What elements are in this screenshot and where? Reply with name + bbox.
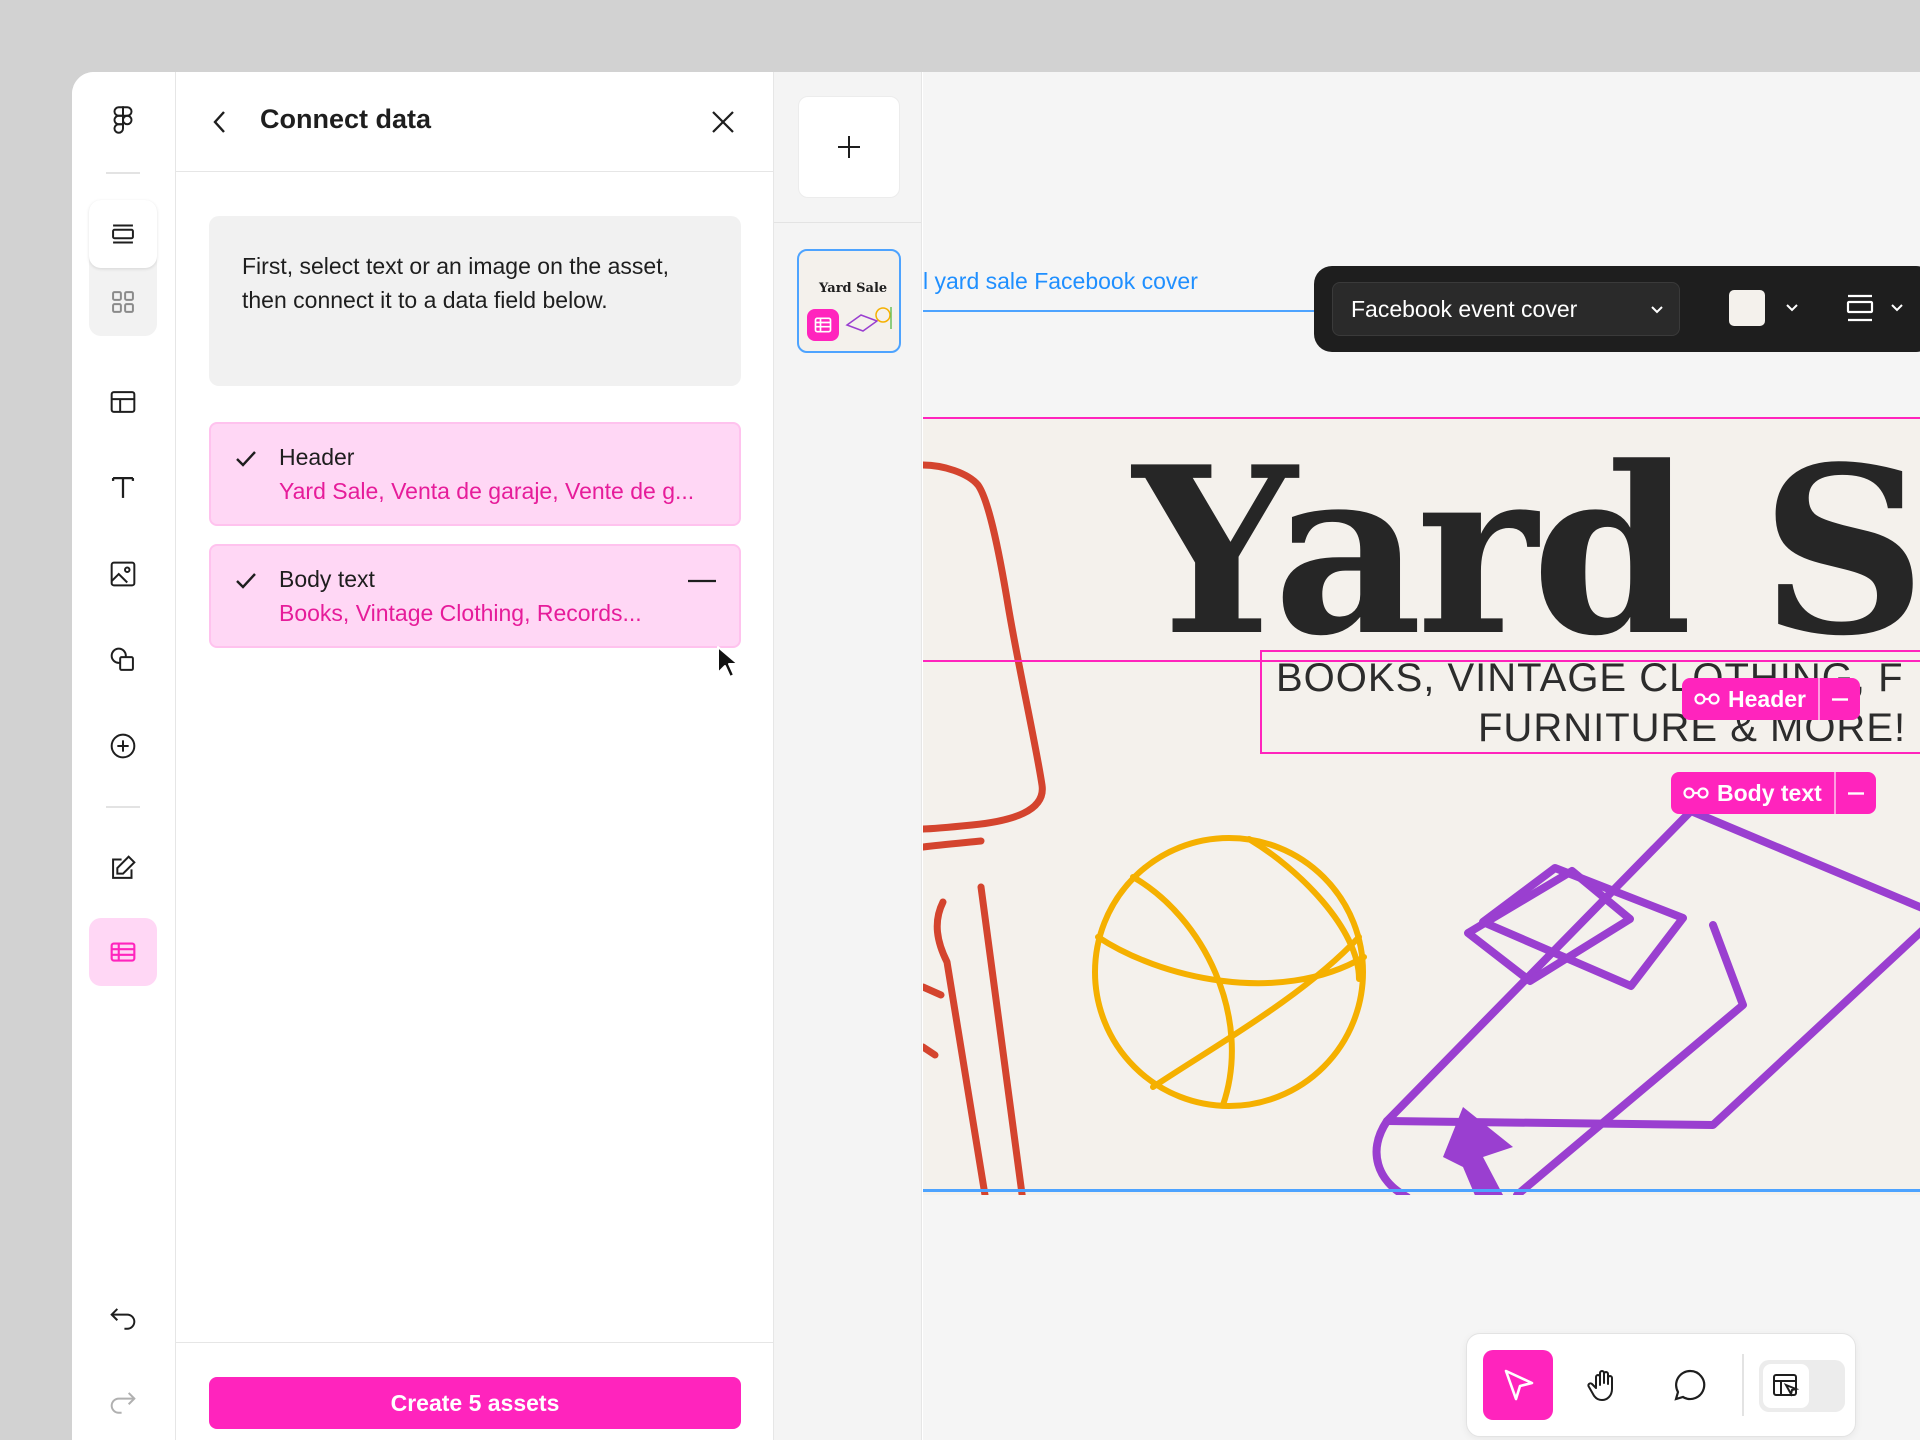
dev-mode-toggle[interactable] — [1759, 1360, 1845, 1412]
edit-icon[interactable] — [89, 834, 157, 902]
field-name: Header — [279, 444, 355, 470]
chevron-down-icon[interactable] — [1784, 300, 1800, 316]
add-circle-icon[interactable] — [89, 712, 157, 780]
comment-tool-button[interactable] — [1655, 1350, 1725, 1420]
data-table-icon — [814, 317, 832, 333]
format-select-value: Facebook event cover — [1351, 295, 1578, 322]
thumbnail-illustration — [845, 307, 892, 332]
field-values: Yard Sale, Venta de garaje, Vente de g..… — [279, 478, 695, 504]
remove-field-button[interactable] — [687, 566, 717, 596]
check-icon — [236, 451, 256, 467]
image-icon[interactable] — [89, 540, 157, 608]
panel-title: Connect data — [260, 104, 432, 134]
disconnect-body-text-button[interactable] — [1836, 772, 1876, 814]
rail-divider — [106, 806, 140, 808]
body-text-connection-tag[interactable]: Body text — [1671, 772, 1876, 814]
rail-divider — [106, 172, 140, 174]
frame-selection-bottom — [923, 1189, 1920, 1192]
pages-strip: Yard Sale — [774, 72, 922, 1440]
minus-icon — [1847, 791, 1864, 795]
data-field-body-text[interactable]: Body text Books, Vintage Clothing, Recor… — [209, 544, 741, 648]
dev-mode-icon — [1773, 1374, 1800, 1397]
toolbar-divider — [1742, 1354, 1744, 1416]
panel-header: Connect data — [176, 72, 773, 172]
chevron-down-icon — [1651, 306, 1663, 314]
chevron-down-icon[interactable] — [1889, 300, 1905, 316]
shapes-icon[interactable] — [89, 626, 157, 694]
header-connection-tag[interactable]: Header — [1682, 678, 1860, 720]
app-window: Connect data First, select text or an im… — [72, 72, 1920, 1440]
link-icon — [1683, 787, 1709, 799]
close-icon — [712, 111, 734, 133]
close-button[interactable] — [699, 98, 747, 146]
dev-mode-knob — [1763, 1364, 1809, 1408]
assets-grid-icon[interactable] — [89, 268, 157, 336]
redo-icon[interactable] — [89, 1366, 157, 1434]
strip-divider — [774, 222, 921, 223]
tag-label: Header — [1728, 685, 1806, 712]
basketball-drawing — [1092, 835, 1367, 1109]
mouse-cursor-icon — [717, 646, 738, 678]
text-tool-icon[interactable] — [89, 454, 157, 522]
disconnect-header-button[interactable] — [1820, 678, 1860, 720]
minus-icon — [1831, 697, 1848, 701]
tag-label: Body text — [1717, 779, 1822, 806]
fill-color-swatch[interactable] — [1729, 290, 1765, 326]
instructions-text: First, select text or an image on the as… — [209, 216, 741, 386]
left-toolbar — [72, 72, 176, 1440]
canvas[interactable]: l yard sale Facebook cover Yard S BOOKS,… — [923, 72, 1920, 1440]
figma-logo-icon[interactable] — [89, 86, 157, 154]
data-table-icon[interactable] — [89, 918, 157, 986]
layers-icon[interactable] — [89, 200, 157, 268]
bottom-toolbar — [1466, 1333, 1856, 1437]
data-field-header[interactable]: Header Yard Sale, Venta de garaje, Vente… — [209, 422, 741, 526]
add-page-button[interactable] — [798, 96, 900, 198]
header-text-layer[interactable]: Yard S — [1133, 417, 1920, 687]
move-tool-button[interactable] — [1483, 1350, 1553, 1420]
frame-name-label[interactable]: l yard sale Facebook cover — [923, 268, 1198, 295]
panel-footer: Create 5 assets — [176, 1342, 773, 1440]
undo-icon[interactable] — [89, 1282, 157, 1350]
chevron-left-icon — [213, 111, 225, 133]
layout-icon[interactable] — [1844, 290, 1876, 326]
move-tool-icon — [1504, 1369, 1534, 1401]
field-name: Body text — [279, 566, 375, 592]
template-icon[interactable] — [89, 368, 157, 436]
chair-drawing — [923, 461, 1046, 1195]
create-assets-button[interactable]: Create 5 assets — [209, 1377, 741, 1429]
connect-data-panel: Connect data First, select text or an im… — [176, 72, 774, 1440]
frame-label-underline — [923, 310, 1323, 312]
minus-icon — [688, 579, 716, 583]
link-icon — [1694, 693, 1720, 705]
hand-tool-icon — [1587, 1370, 1613, 1402]
header-selection-top — [923, 417, 1920, 419]
page-thumbnail[interactable]: Yard Sale — [797, 249, 901, 353]
hand-tool-button[interactable] — [1569, 1350, 1639, 1420]
back-button[interactable] — [196, 98, 244, 146]
comment-tool-icon — [1674, 1369, 1706, 1401]
format-select[interactable]: Facebook event cover — [1332, 282, 1680, 336]
thumbnail-title: Yard Sale — [819, 281, 888, 296]
plus-icon — [838, 136, 860, 158]
frame-properties-toolbar: Facebook event cover — [1314, 266, 1920, 352]
field-values: Books, Vintage Clothing, Records... — [279, 600, 642, 626]
check-icon — [236, 573, 256, 589]
data-badge — [807, 309, 839, 341]
